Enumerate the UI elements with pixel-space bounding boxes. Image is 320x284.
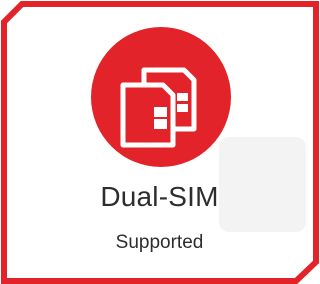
dual-sim-icon — [91, 27, 231, 167]
feature-title: Dual-SIM — [100, 181, 219, 212]
feature-status: Supported — [115, 232, 204, 253]
